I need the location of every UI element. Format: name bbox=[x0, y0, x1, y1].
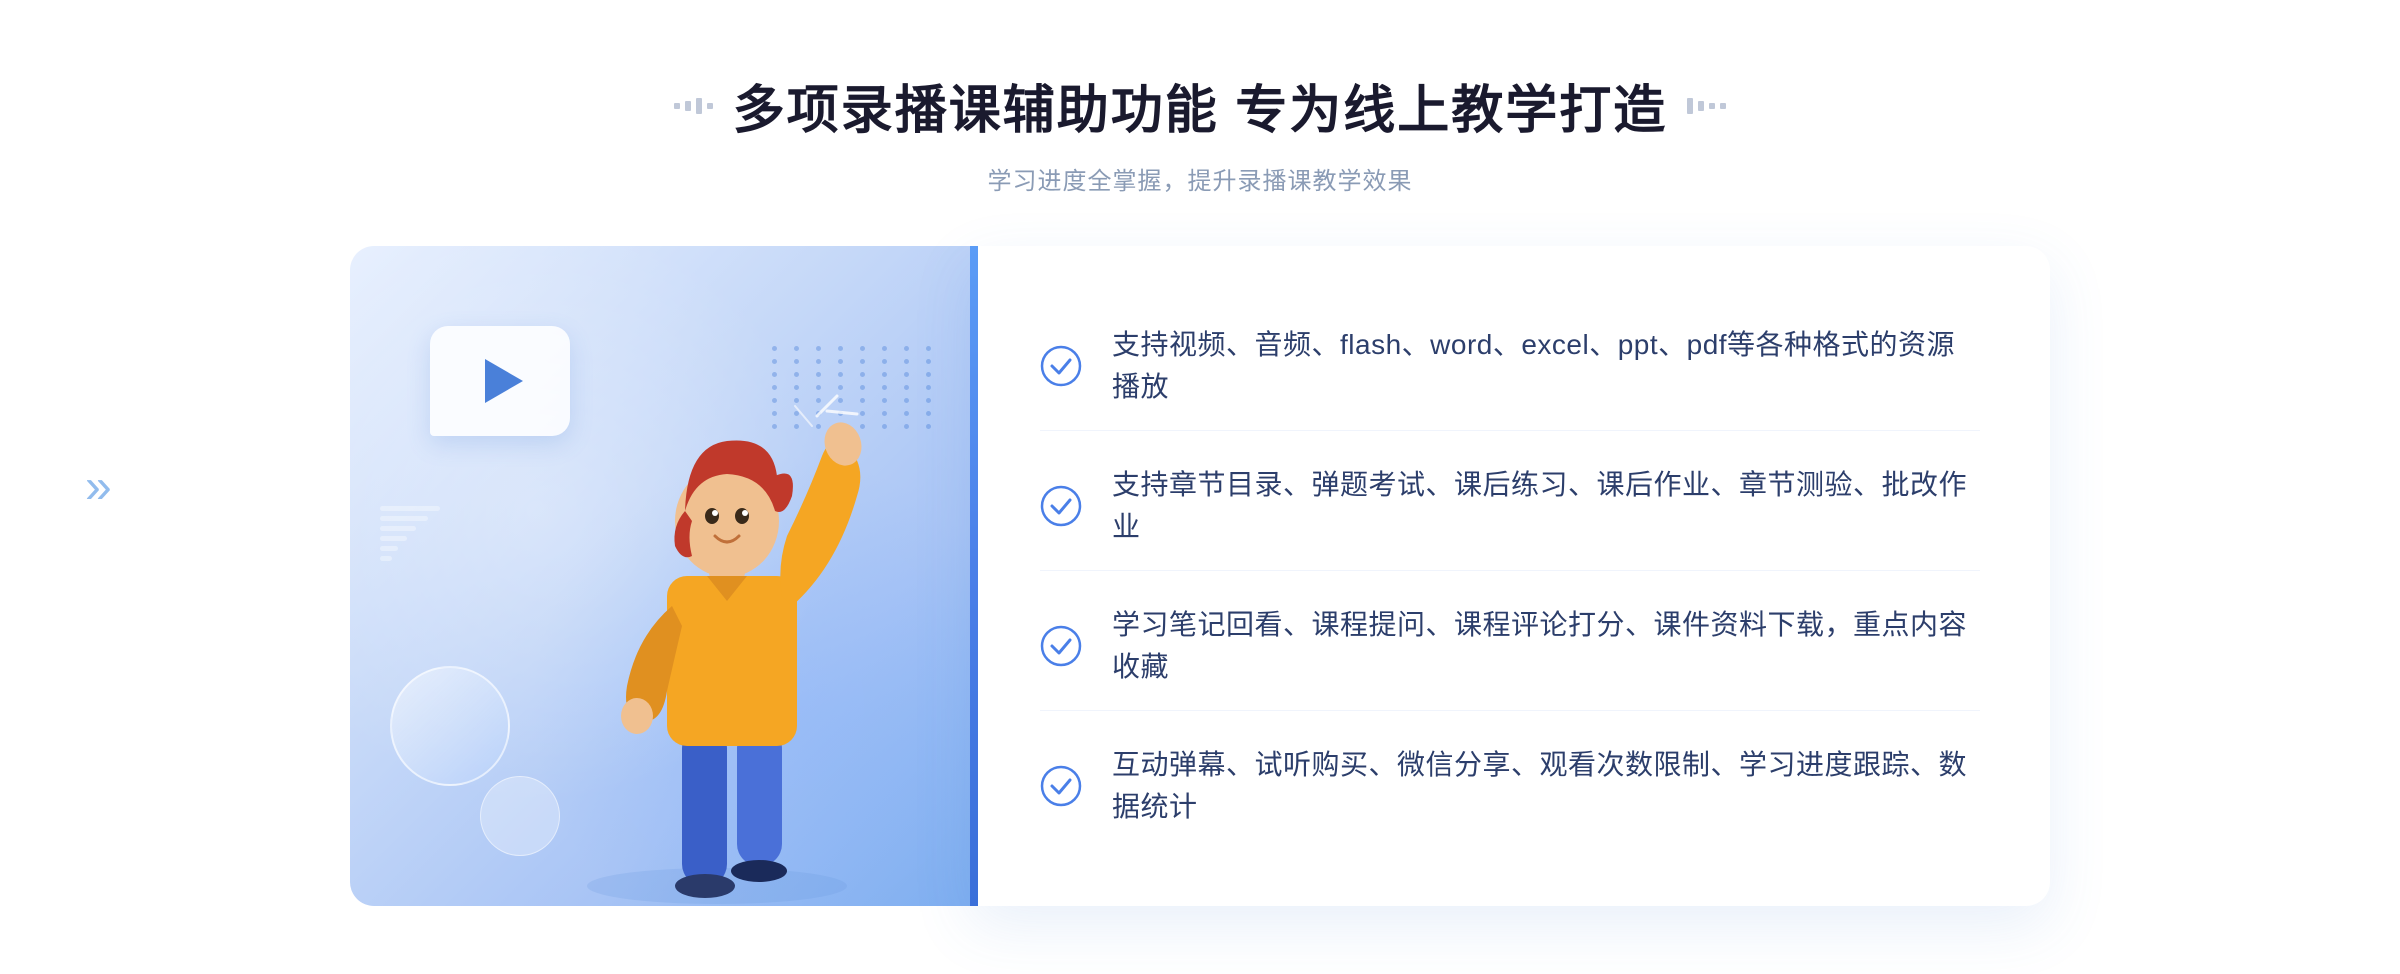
check-icon-3 bbox=[1040, 625, 1082, 667]
feature-item-1: 支持视频、音频、flash、word、excel、ppt、pdf等各种格式的资源… bbox=[1040, 302, 1980, 431]
check-icon-1 bbox=[1040, 345, 1082, 387]
check-icon-2 bbox=[1040, 485, 1082, 527]
feature-item-2: 支持章节目录、弹题考试、课后练习、课后作业、章节测验、批改作业 bbox=[1040, 442, 1980, 571]
illustration-area bbox=[350, 246, 970, 906]
feature-text-2: 支持章节目录、弹题考试、课后练习、课后作业、章节测验、批改作业 bbox=[1112, 464, 1980, 548]
stripes-decoration bbox=[380, 506, 440, 606]
feature-text-4: 互动弹幕、试听购买、微信分享、观看次数限制、学习进度跟踪、数据统计 bbox=[1112, 744, 1980, 828]
main-title: 多项录播课辅助功能 专为线上教学打造 bbox=[733, 68, 1667, 143]
play-icon bbox=[485, 359, 523, 403]
bg-arrow-left: » bbox=[85, 460, 112, 515]
header-section: 多项录播课辅助功能 专为线上教学打造 学习进度全掌握，提升录播课教学效果 bbox=[674, 68, 1726, 196]
subtitle: 学习进度全掌握，提升录播课教学效果 bbox=[674, 161, 1726, 196]
header-title-row: 多项录播课辅助功能 专为线上教学打造 bbox=[674, 68, 1726, 143]
features-panel: 支持视频、音频、flash、word、excel、ppt、pdf等各种格式的资源… bbox=[970, 246, 2050, 906]
page-container: » 多项录播课辅助功能 专为线上教学打造 学习进度全掌握，提升录播课教学效果 bbox=[0, 0, 2400, 974]
content-section: 支持视频、音频、flash、word、excel、ppt、pdf等各种格式的资源… bbox=[350, 246, 2050, 906]
check-icon-4 bbox=[1040, 765, 1082, 807]
feature-item-3: 学习笔记回看、课程提问、课程评论打分、课件资料下载，重点内容收藏 bbox=[1040, 582, 1980, 711]
feature-text-3: 学习笔记回看、课程提问、课程评论打分、课件资料下载，重点内容收藏 bbox=[1112, 604, 1980, 688]
header-decoration-left bbox=[674, 98, 713, 114]
feature-item-4: 互动弹幕、试听购买、微信分享、观看次数限制、学习进度跟踪、数据统计 bbox=[1040, 722, 1980, 850]
circle-decoration-1 bbox=[390, 666, 510, 786]
header-decoration-right bbox=[1687, 98, 1726, 114]
feature-text-1: 支持视频、音频、flash、word、excel、ppt、pdf等各种格式的资源… bbox=[1112, 324, 1980, 408]
person-illustration bbox=[527, 346, 907, 906]
